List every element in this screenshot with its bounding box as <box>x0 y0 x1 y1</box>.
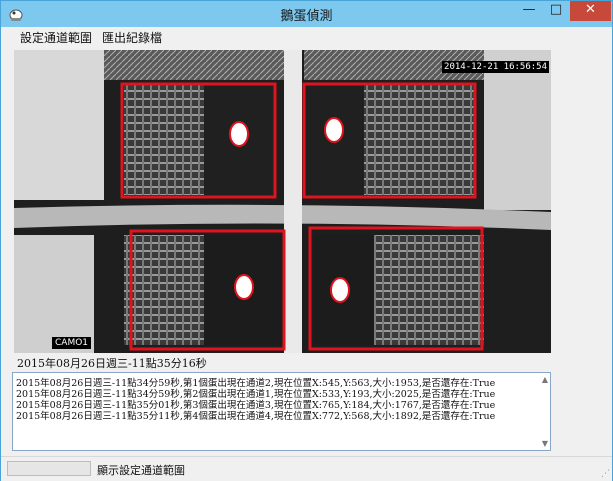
scroll-down-icon[interactable]: ▼ <box>542 439 548 448</box>
progress-bar <box>7 461 91 476</box>
status-text: 顯示設定通道範圍 <box>97 464 185 477</box>
main-window: 鵝蛋偵測 — □ ✕ 設定通道範圍 匯出紀錄檔 2014-12-21 16:56… <box>0 0 613 481</box>
camera-image <box>14 50 551 353</box>
grate-4 <box>374 235 484 345</box>
right-wall <box>484 50 551 210</box>
detection-log[interactable]: 2015年08月26日週三-11點34分59秒,第1個蛋出現在通道2,現在位置X… <box>12 372 551 451</box>
scroll-up-icon[interactable]: ▲ <box>542 375 548 384</box>
camera-timestamp: 2014-12-21 16:56:54 <box>442 61 549 73</box>
current-time-label: 2015年08月26日週三-11點35分16秒 <box>17 357 207 370</box>
log-line: 2015年08月26日週三-11點35分11秒,第4個蛋出現在通道4,現在位置X… <box>16 411 496 422</box>
egg-3 <box>234 274 254 300</box>
left-wall-lower <box>14 235 94 353</box>
minimize-button[interactable]: — <box>516 1 542 21</box>
maximize-button[interactable]: □ <box>543 1 569 21</box>
camera-view[interactable]: 2014-12-21 16:56:54 CAMO1 <box>14 50 551 353</box>
left-wall <box>14 50 104 200</box>
top-cage-left <box>104 50 284 80</box>
close-button[interactable]: ✕ <box>570 1 611 21</box>
menu-export-log[interactable]: 匯出紀錄檔 <box>102 29 162 46</box>
resize-grip-icon[interactable]: ⋰ <box>601 469 610 479</box>
center-divider <box>284 50 302 353</box>
egg-2 <box>324 117 344 143</box>
menu-bar: 設定通道範圍 匯出紀錄檔 <box>1 27 612 47</box>
egg-1 <box>229 121 249 147</box>
status-bar: 顯示設定通道範圍 ⋰ <box>1 456 612 481</box>
grate-3 <box>124 235 204 345</box>
title-bar[interactable]: 鵝蛋偵測 — □ ✕ <box>1 1 612 27</box>
menu-set-channel-range[interactable]: 設定通道範圍 <box>20 29 92 46</box>
camera-label: CAMO1 <box>52 337 92 349</box>
grate-2 <box>364 85 474 195</box>
grate-1a <box>124 85 204 195</box>
egg-4 <box>330 277 350 303</box>
